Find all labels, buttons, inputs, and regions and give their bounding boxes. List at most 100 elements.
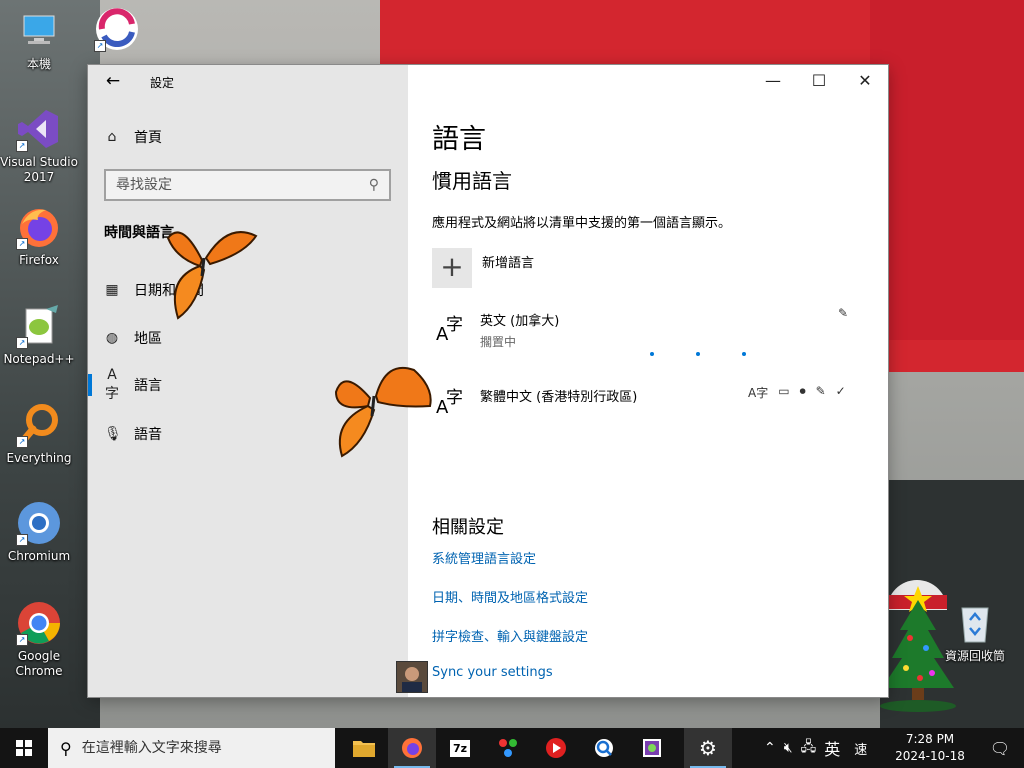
speech-icon: ▭ [778, 384, 790, 398]
language-features-chinese: A字 ▭ ⏺ ✎ ✓ [748, 384, 846, 401]
back-arrow-icon[interactable]: ← [102, 70, 124, 92]
wallpaper-red-panel-right [870, 0, 1024, 340]
plus-icon: + [432, 248, 472, 288]
taskbar-app-network[interactable] [484, 728, 532, 768]
language-features-english: ✎ [838, 306, 848, 320]
desktop-icon-notepadpp[interactable]: ↗ Notepad++ [0, 303, 78, 367]
chromium-icon: ↗ [16, 500, 62, 546]
taskbar-search-tool[interactable] [580, 728, 628, 768]
avatar [396, 661, 428, 693]
handwriting-icon: ✎ [815, 384, 826, 398]
page-title: 語言 [432, 124, 486, 155]
search-icon[interactable]: ⚲ [369, 177, 379, 193]
spelling-typing-keyboard-link[interactable]: 拼字檢查、輸入與鍵盤設定 [432, 626, 588, 645]
desktop-icon-firefox[interactable]: ↗ Firefox [0, 204, 78, 268]
desktop-icon-visual-studio[interactable]: ↗ Visual Studio 2017 [0, 106, 78, 185]
7zip-icon: 7z [449, 739, 471, 757]
date-time-region-formatting-link[interactable]: 日期、時間及地區格式設定 [432, 587, 588, 606]
sidebar-item-label: 地區 [134, 331, 162, 347]
network-icon[interactable]: 🖧︎ [801, 736, 817, 760]
nav-home-label: 首頁 [134, 130, 162, 146]
calendar-clock-icon: ▦ [105, 282, 119, 298]
butterfly-decoration [158, 218, 262, 326]
start-button[interactable] [0, 728, 48, 768]
brain-app-icon: ↗ [94, 6, 140, 52]
add-language-button[interactable]: + 新增語言 [432, 248, 534, 288]
clock-date: 2024-10-18 [895, 749, 965, 763]
sync-settings-link[interactable]: Sync your settings [432, 665, 553, 680]
display-language-icon: A字 [748, 386, 769, 400]
desktop-icon-label: Everything [6, 451, 72, 465]
desktop-icon-this-pc[interactable]: 本機 [0, 8, 78, 72]
visual-studio-icon: ↗ [16, 106, 62, 152]
image-tool-icon [643, 739, 661, 757]
sidebar-item-speech[interactable]: 🎙︎ 語音 [104, 421, 162, 447]
chevron-up-icon[interactable]: ⌃ [764, 740, 776, 756]
taskbar-file-explorer[interactable] [340, 728, 388, 768]
desktop-icon-chromium[interactable]: ↗ Chromium [0, 500, 78, 564]
preferred-languages-description: 應用程式及網站將以清單中支援的第一個語言顯示。 [432, 216, 732, 231]
nav-home[interactable]: ⌂ 首頁 [104, 124, 162, 150]
firefox-icon: ↗ [16, 204, 62, 250]
ime-width-indicator[interactable]: 速 [854, 739, 867, 758]
taskbar-image-tool[interactable] [628, 728, 676, 768]
language-name: 繁體中文 (香港特別行政區) [480, 390, 638, 405]
language-icon: A字 [105, 367, 119, 402]
microphone-icon: 🎙︎ [104, 426, 122, 442]
sidebar-item-label: 語音 [134, 427, 162, 443]
window-title: 設定 [150, 76, 175, 90]
desktop-icon-google-chrome[interactable]: ↗ Google Chrome [0, 600, 78, 679]
sidebar-item-region[interactable]: ◍ 地區 [104, 325, 162, 351]
language-status: 擱置中 [480, 335, 517, 349]
everything-search-icon: ↗ [16, 402, 62, 448]
globe-icon: ◍ [105, 330, 119, 346]
language-icon: A字 [436, 315, 463, 345]
system-tray: ⌃ 🔇︎ 🖧︎ 英 速 [764, 728, 867, 768]
language-icon: A字 [436, 388, 463, 418]
taskbar-media-player[interactable] [532, 728, 580, 768]
firefox-icon [402, 738, 422, 758]
taskbar-search-input[interactable] [81, 740, 312, 756]
gear-icon: ⚙ [699, 736, 717, 760]
selected-indicator [88, 374, 92, 396]
butterfly-decoration [330, 362, 438, 462]
desktop-icon-label: Firefox [19, 253, 59, 267]
taskbar-search-box[interactable]: ⚲ [48, 728, 335, 768]
taskbar-clock[interactable]: 7:28 PM 2024-10-18 [892, 731, 968, 765]
settings-search-input[interactable] [116, 177, 369, 193]
related-settings-heading: 相關設定 [432, 517, 504, 538]
desktop-icon-label: Google Chrome [15, 649, 63, 678]
sidebar-item-language[interactable]: A字 語言 [104, 367, 162, 402]
settings-window: ← 設定 ⌂ 首頁 ⚲ 時間與語言 ▦ 日期和時間 ◍ 地區 A字 語言 🎙︎ … [88, 65, 888, 697]
monitor-icon [16, 8, 62, 54]
taskbar-7zip[interactable]: 7z [436, 728, 484, 768]
notification-icon: 🗨︎ [989, 738, 1011, 758]
desktop-icon-label: Chromium [7, 549, 71, 563]
ime-mode-indicator[interactable]: 英 [824, 736, 840, 760]
desktop-icon-label: Notepad++ [3, 352, 75, 366]
preferred-languages-heading: 慣用語言 [432, 169, 512, 193]
network-tool-icon [499, 739, 517, 757]
microphone-icon: ⏺ [799, 384, 806, 398]
taskbar-firefox[interactable] [388, 728, 436, 768]
language-name: 英文 (加拿大) [480, 314, 560, 329]
desktop-icon-everything[interactable]: ↗ Everything [0, 402, 78, 466]
desktop-icon-brain[interactable]: ↗ [78, 6, 156, 55]
handwriting-icon: ✎ [838, 306, 849, 320]
desktop-icon-label: 本機 [26, 57, 51, 71]
taskbar-settings[interactable]: ⚙ [684, 728, 732, 768]
volume-muted-icon[interactable]: 🔇︎ [784, 740, 793, 756]
desktop-icon-label: Visual Studio 2017 [0, 155, 78, 184]
sidebar-item-label: 語言 [134, 378, 162, 394]
action-center-button[interactable]: 🗨︎ [976, 728, 1024, 768]
admin-language-settings-link[interactable]: 系統管理語言設定 [432, 548, 536, 567]
notepadpp-icon: ↗ [16, 303, 62, 349]
folder-icon [353, 741, 375, 757]
home-icon: ⌂ [107, 129, 117, 145]
clock-time: 7:28 PM [905, 732, 955, 746]
chrome-icon: ↗ [16, 600, 62, 646]
settings-search-box[interactable]: ⚲ [104, 169, 391, 201]
language-item-english-canada[interactable]: A字 英文 (加拿大) 擱置中 [432, 310, 862, 350]
add-language-label: 新增語言 [482, 255, 535, 271]
media-player-icon [546, 738, 566, 758]
